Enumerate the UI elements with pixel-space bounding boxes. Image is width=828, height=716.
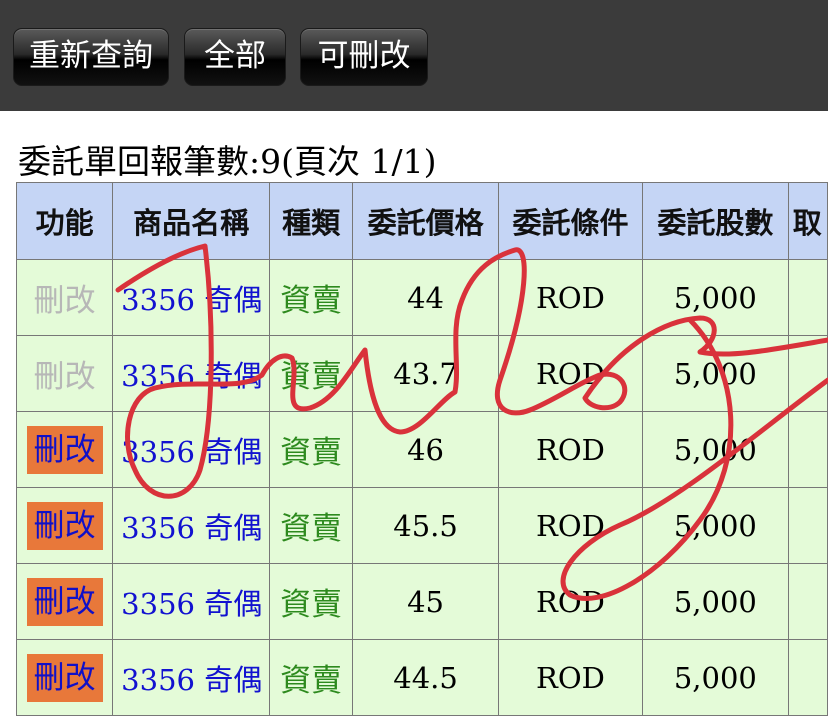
table-row: 刪改 3356 奇偶 資賣 45 ROD 5,000 — [15, 563, 828, 640]
action-cell: 刪改 — [15, 639, 114, 716]
order-side: 資賣 — [280, 663, 343, 699]
side-cell: 資賣 — [269, 411, 354, 488]
action-cell: 刪改 — [15, 411, 114, 488]
edit-delete-button[interactable]: 刪改 — [26, 653, 103, 702]
side-cell: 資賣 — [269, 335, 354, 412]
stock-cell: 3356 奇偶 — [112, 487, 271, 564]
condition-cell: ROD — [497, 259, 643, 336]
condition-cell: ROD — [497, 411, 643, 488]
action-cell: 刪改 — [15, 259, 114, 336]
requery-button[interactable]: 重新查詢 — [13, 28, 169, 86]
stock-name-link[interactable]: 3356 奇偶 — [121, 359, 262, 393]
table-row: 刪改 3356 奇偶 資賣 44.5 ROD 5,000 — [15, 639, 828, 716]
order-side: 資賣 — [280, 359, 343, 395]
condition-cell: ROD — [497, 335, 643, 412]
table-header-row: 功能 商品名稱 種類 委託價格 委託條件 委託股數 取 — [15, 182, 828, 260]
condition-cell: ROD — [497, 639, 643, 716]
stock-cell: 3356 奇偶 — [112, 411, 271, 488]
header-function: 功能 — [15, 182, 114, 260]
stock-name-link[interactable]: 3356 奇偶 — [121, 511, 262, 545]
table-row: 刪改 3356 奇偶 資賣 46 ROD 5,000 — [15, 411, 828, 488]
header-cancel: 取 — [787, 182, 828, 260]
order-side: 資賣 — [280, 283, 343, 319]
table-row: 刪改 3356 奇偶 資賣 44 ROD 5,000 — [15, 259, 828, 336]
quantity-cell: 5,000 — [641, 335, 789, 412]
action-cell: 刪改 — [15, 335, 114, 412]
price-cell: 44.5 — [352, 639, 499, 716]
price-cell: 43.7 — [352, 335, 499, 412]
cancel-cell — [787, 411, 828, 488]
quantity-cell: 5,000 — [641, 639, 789, 716]
cancel-cell — [787, 487, 828, 564]
stock-name-link[interactable]: 3356 奇偶 — [121, 587, 262, 621]
edit-delete-button: 刪改 — [33, 283, 96, 319]
stock-cell: 3356 奇偶 — [112, 335, 271, 412]
table-row: 刪改 3356 奇偶 資賣 45.5 ROD 5,000 — [15, 487, 828, 564]
quantity-cell: 5,000 — [641, 259, 789, 336]
quantity-cell: 5,000 — [641, 563, 789, 640]
stock-cell: 3356 奇偶 — [112, 563, 271, 640]
condition-cell: ROD — [497, 563, 643, 640]
edit-delete-button[interactable]: 刪改 — [26, 425, 103, 474]
stock-name-link[interactable]: 3356 奇偶 — [121, 435, 262, 469]
order-side: 資賣 — [280, 511, 343, 547]
stock-cell: 3356 奇偶 — [112, 259, 271, 336]
quantity-cell: 5,000 — [641, 411, 789, 488]
price-cell: 44 — [352, 259, 499, 336]
side-cell: 資賣 — [269, 563, 354, 640]
header-order-price: 委託價格 — [352, 182, 499, 260]
cancel-cell — [787, 639, 828, 716]
header-product-name: 商品名稱 — [112, 182, 271, 260]
side-cell: 資賣 — [269, 639, 354, 716]
order-report-summary: 委託單回報筆數:9(頁次 1/1) — [18, 142, 437, 181]
cancel-cell — [787, 335, 828, 412]
header-order-condition: 委託條件 — [497, 182, 643, 260]
table-row: 刪改 3356 奇偶 資賣 43.7 ROD 5,000 — [15, 335, 828, 412]
price-cell: 45.5 — [352, 487, 499, 564]
top-toolbar: 重新查詢 全部 可刪改 — [0, 0, 828, 111]
show-all-button[interactable]: 全部 — [184, 28, 286, 86]
side-cell: 資賣 — [269, 259, 354, 336]
edit-delete-button[interactable]: 刪改 — [26, 577, 103, 626]
quantity-cell: 5,000 — [641, 487, 789, 564]
cancel-cell — [787, 259, 828, 336]
order-side: 資賣 — [280, 435, 343, 471]
price-cell: 46 — [352, 411, 499, 488]
edit-delete-button: 刪改 — [33, 359, 96, 395]
order-side: 資賣 — [280, 587, 343, 623]
order-report-table: 功能 商品名稱 種類 委託價格 委託條件 委託股數 取 刪改 3356 奇偶 資賣 4… — [15, 182, 828, 716]
price-cell: 45 — [352, 563, 499, 640]
stock-name-link[interactable]: 3356 奇偶 — [121, 283, 262, 317]
action-cell: 刪改 — [15, 563, 114, 640]
side-cell: 資賣 — [269, 487, 354, 564]
condition-cell: ROD — [497, 487, 643, 564]
stock-name-link[interactable]: 3356 奇偶 — [121, 663, 262, 697]
editable-filter-button[interactable]: 可刪改 — [300, 28, 428, 86]
edit-delete-button[interactable]: 刪改 — [26, 501, 103, 550]
action-cell: 刪改 — [15, 487, 114, 564]
header-order-quantity: 委託股數 — [641, 182, 789, 260]
header-type: 種類 — [269, 182, 354, 260]
stock-cell: 3356 奇偶 — [112, 639, 271, 716]
cancel-cell — [787, 563, 828, 640]
